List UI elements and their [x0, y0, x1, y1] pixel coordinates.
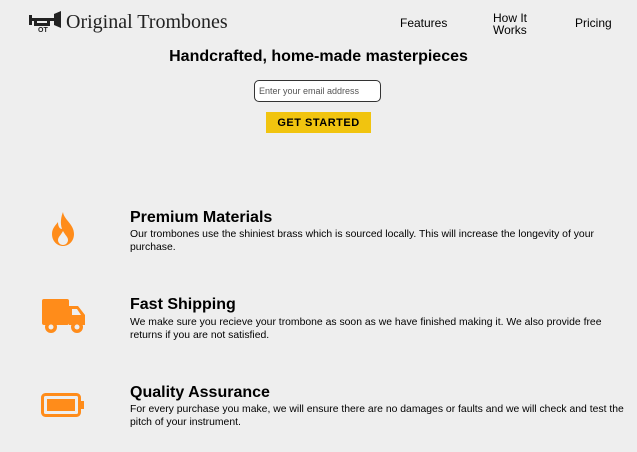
feature-description: Our trombones use the shiniest brass whi… [130, 229, 594, 253]
logo[interactable]: OT Original Trombones [28, 10, 228, 34]
site-header: OT Original Trombones Features How It Wo… [0, 0, 637, 44]
battery-icon [41, 393, 84, 417]
nav-features-link[interactable]: Features [400, 17, 447, 29]
feature-title: Quality Assurance [130, 384, 270, 401]
feature-description: For every purchase you make, we will ens… [130, 404, 624, 428]
truck-icon [42, 299, 85, 333]
nav-pricing-link[interactable]: Pricing [575, 17, 612, 29]
brand-name: Original Trombones [66, 11, 228, 33]
feature-title: Premium Materials [130, 209, 273, 226]
email-input[interactable] [254, 80, 381, 102]
hero-title: Handcrafted, home-made masterpieces [169, 48, 468, 65]
trombone-logo-icon: OT [29, 11, 61, 33]
fire-icon [52, 212, 74, 246]
get-started-button[interactable]: GET STARTED [266, 112, 371, 133]
feature-title: Fast Shipping [130, 296, 236, 313]
nav-how-it-works-link[interactable]: How It Works [493, 12, 533, 36]
feature-description: We make sure you recieve your trombone a… [130, 317, 602, 341]
svg-text:OT: OT [38, 27, 48, 33]
